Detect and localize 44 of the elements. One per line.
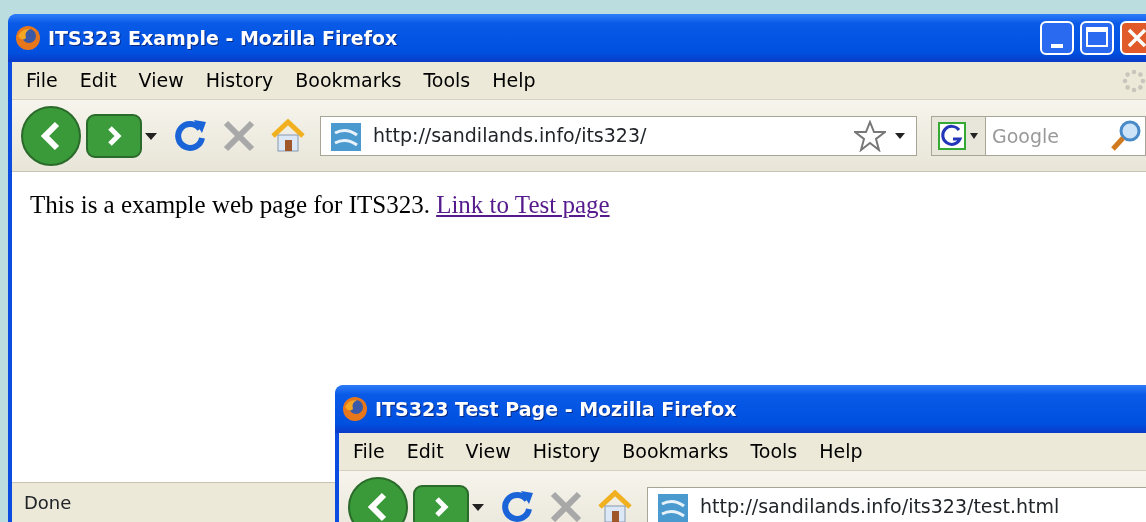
- menu-item[interactable]: History: [197, 66, 288, 95]
- test-page-link[interactable]: Link to Test page: [436, 191, 610, 218]
- dropdown-caret-icon[interactable]: [894, 131, 906, 140]
- url-text: http://sandilands.info/its323/test.html: [700, 494, 1061, 520]
- menu-item[interactable]: Bookmarks: [287, 66, 416, 95]
- dropdown-caret-icon[interactable]: [144, 130, 158, 141]
- maximize-button[interactable]: [1080, 21, 1114, 55]
- home-button[interactable]: [597, 489, 633, 522]
- menu-item[interactable]: Bookmarks: [614, 437, 743, 466]
- menu-item[interactable]: Edit: [71, 66, 131, 95]
- reload-button[interactable]: [499, 488, 535, 522]
- minimize-button[interactable]: [1040, 21, 1074, 55]
- menu-item[interactable]: Edit: [398, 437, 458, 466]
- firefox-icon: [14, 24, 42, 52]
- menu-item[interactable]: File: [18, 66, 72, 95]
- dropdown-caret-icon: [969, 131, 979, 140]
- window-title: ITS323 Test Page - Mozilla Firefox: [375, 396, 738, 422]
- search-engine-icon: [938, 121, 966, 150]
- status-text: Done: [24, 491, 72, 515]
- forward-button[interactable]: [413, 483, 469, 522]
- menu-item[interactable]: View: [130, 66, 198, 95]
- back-button[interactable]: [347, 475, 411, 522]
- search-field[interactable]: Google: [986, 115, 1146, 156]
- window-title: ITS323 Example - Mozilla Firefox: [48, 25, 399, 51]
- address-bar[interactable]: http://sandilands.info/its323/test.html: [647, 486, 1146, 522]
- menu-item[interactable]: Help: [811, 437, 877, 466]
- menu-item[interactable]: Tools: [415, 66, 485, 95]
- url-text: http://sandilands.info/its323/: [373, 123, 648, 149]
- search-engine-button[interactable]: [931, 115, 986, 156]
- menu-item[interactable]: History: [524, 437, 615, 466]
- menu-item[interactable]: View: [457, 437, 525, 466]
- forward-button[interactable]: [86, 112, 142, 159]
- close-button[interactable]: [1120, 21, 1146, 55]
- menu-item[interactable]: Tools: [742, 437, 812, 466]
- home-button[interactable]: [270, 118, 306, 153]
- address-bar[interactable]: http://sandilands.info/its323/: [320, 115, 917, 156]
- page-text: This is a example web page for ITS323. Link to Test page: [30, 190, 611, 220]
- menu-item[interactable]: Help: [484, 66, 550, 95]
- reload-button[interactable]: [172, 117, 208, 154]
- firefox-icon: [341, 395, 369, 423]
- menu-item[interactable]: File: [345, 437, 399, 466]
- bookmark-star-icon[interactable]: [854, 119, 886, 152]
- back-button[interactable]: [20, 104, 84, 167]
- dropdown-caret-icon[interactable]: [471, 501, 485, 512]
